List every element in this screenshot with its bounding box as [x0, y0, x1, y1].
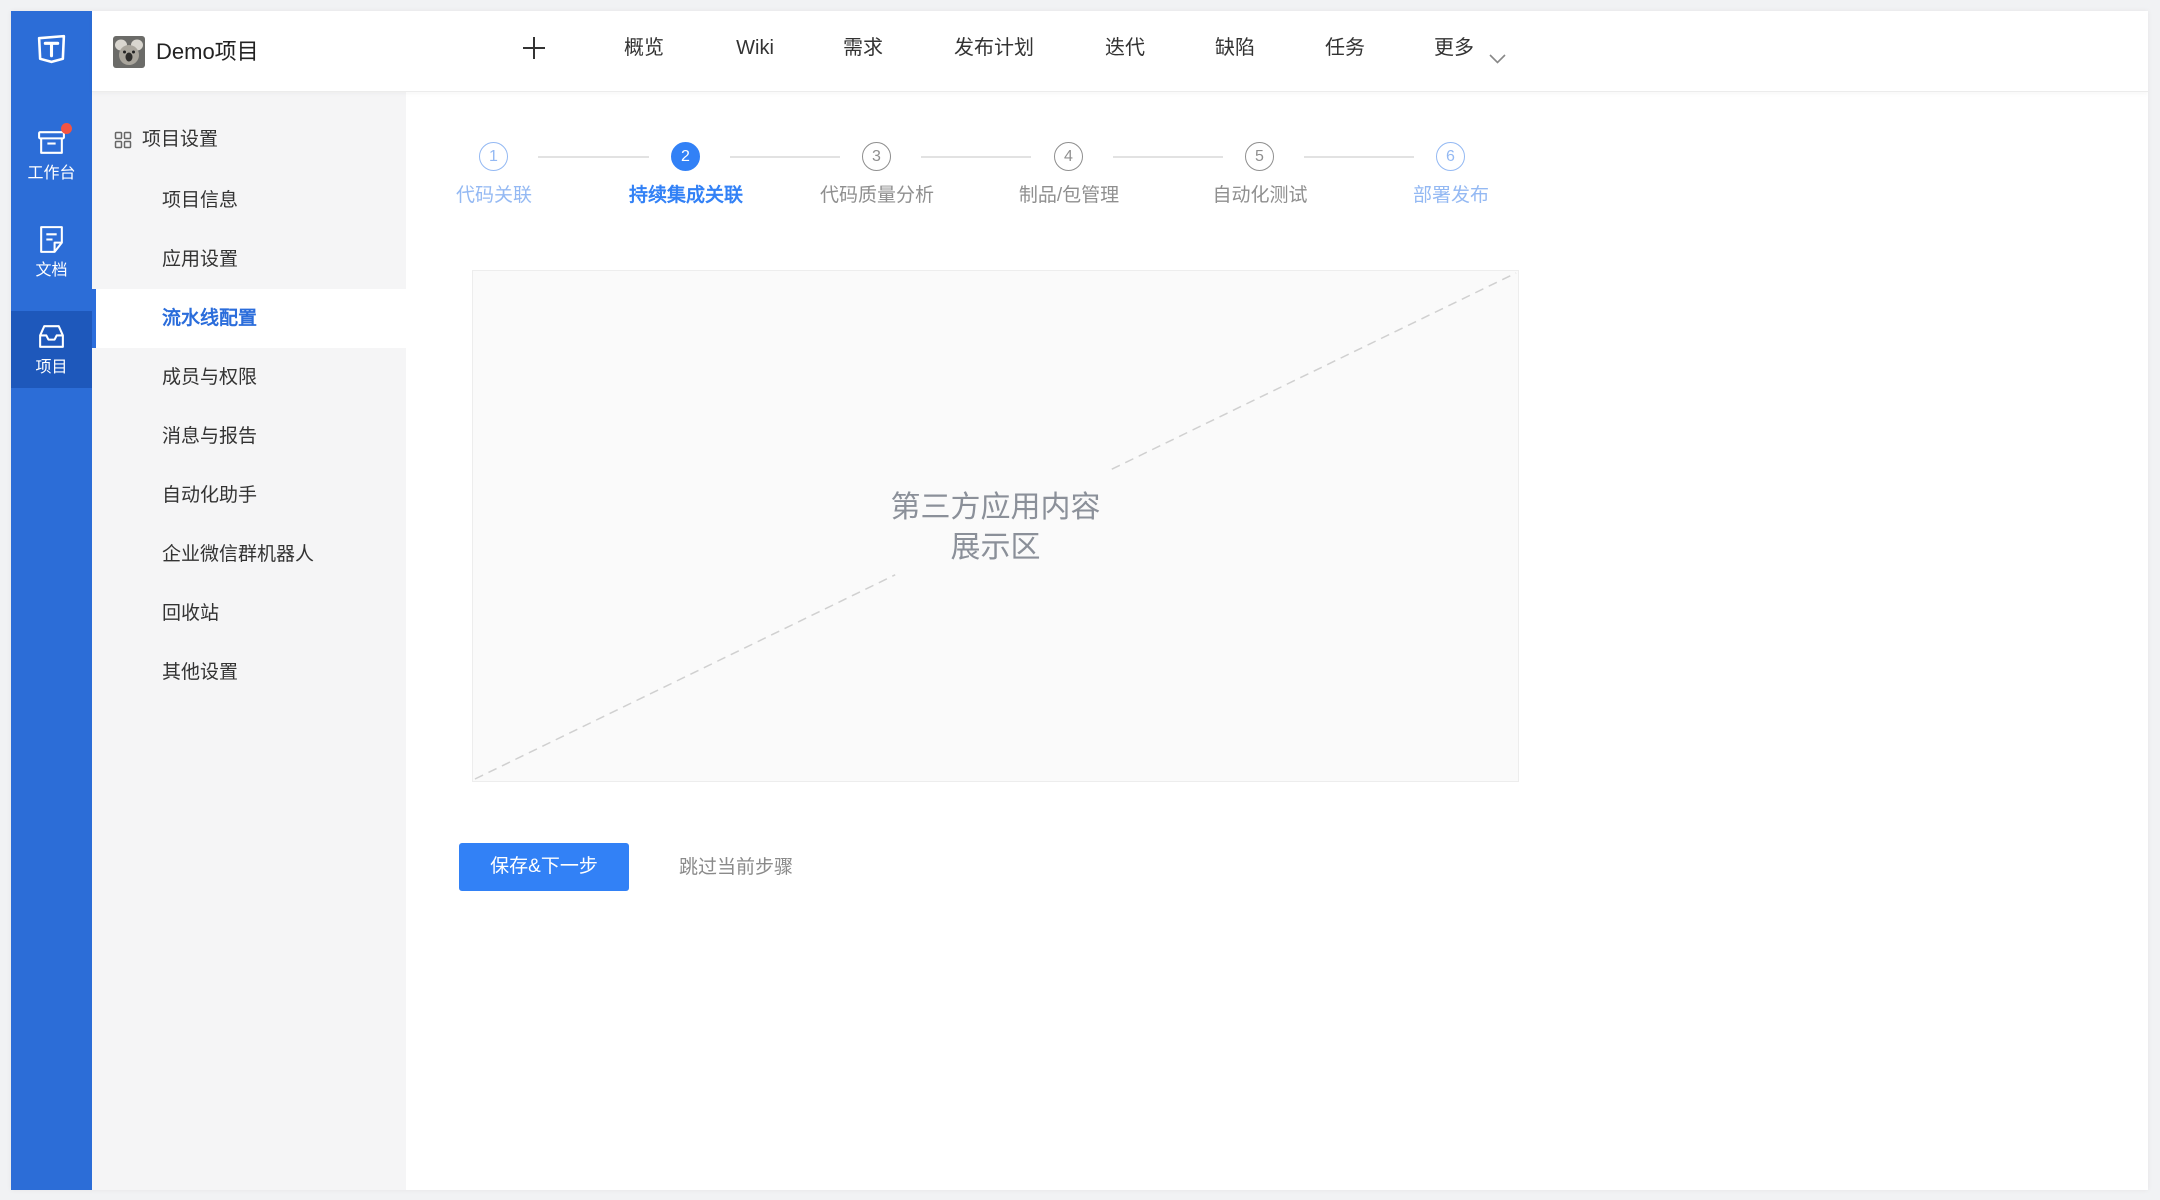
- sidebar-item-messages-reports[interactable]: 消息与报告: [92, 407, 406, 466]
- rail-item-project[interactable]: 项目: [11, 311, 92, 388]
- rail-item-label: 文档: [35, 262, 68, 279]
- nav-defects[interactable]: 缺陷: [1215, 33, 1255, 63]
- nav-overview[interactable]: 概览: [624, 33, 664, 63]
- chevron-down-icon: [1489, 43, 1506, 64]
- sidebar-item-wecom-bot[interactable]: 企业微信群机器人: [92, 525, 406, 584]
- step-connector: [921, 156, 1031, 158]
- document-icon: [36, 224, 67, 255]
- plus-icon[interactable]: [521, 35, 547, 61]
- rail-item-workbench[interactable]: 工作台: [11, 117, 92, 194]
- step-label: 制品/包管理: [1018, 185, 1120, 206]
- skip-step-link[interactable]: 跳过当前步骤: [679, 856, 793, 880]
- sidebar-section-title: 项目设置: [142, 129, 219, 150]
- step-number: 6: [1436, 142, 1465, 171]
- app-window: 工作台 文档 项目 Demo项目 概览 Wiki 需求 发布计划 迭代 缺陷 任…: [11, 11, 2148, 1190]
- sidebar-item-project-info[interactable]: 项目信息: [92, 171, 406, 230]
- grid-icon: [114, 131, 132, 149]
- sidebar-item-other-settings[interactable]: 其他设置: [92, 643, 406, 702]
- sidebar-item-recycle-bin[interactable]: 回收站: [92, 584, 406, 643]
- step-connector: [730, 156, 840, 158]
- nav-tasks[interactable]: 任务: [1325, 33, 1365, 63]
- rail-item-label: 项目: [35, 359, 68, 376]
- step-label: 部署发布: [1412, 185, 1490, 206]
- step-number: 1: [479, 142, 508, 171]
- nav-more-label: 更多: [1434, 37, 1474, 59]
- nav-iterations[interactable]: 迭代: [1105, 33, 1145, 63]
- project-icon: [36, 321, 67, 352]
- project-name[interactable]: Demo项目: [156, 37, 259, 67]
- step-number: 5: [1245, 142, 1274, 171]
- sidebar-item-pipeline-config[interactable]: 流水线配置: [92, 289, 406, 348]
- step-number: 4: [1054, 142, 1083, 171]
- step-label: 持续集成关联: [628, 185, 744, 206]
- sidebar-item-automation-assistant[interactable]: 自动化助手: [92, 466, 406, 525]
- sidebar-item-app-settings[interactable]: 应用设置: [92, 230, 406, 289]
- top-header: Demo项目 概览 Wiki 需求 发布计划 迭代 缺陷 任务 更多: [92, 11, 2148, 92]
- rail-item-label: 工作台: [27, 165, 76, 182]
- step-label: 代码关联: [455, 185, 533, 206]
- step-label: 代码质量分析: [819, 185, 935, 206]
- step-number: 3: [862, 142, 891, 171]
- step-connector: [1113, 156, 1223, 158]
- project-avatar[interactable]: [113, 36, 145, 68]
- nav-more[interactable]: 更多: [1434, 33, 1506, 64]
- step-connector: [1304, 156, 1414, 158]
- step-number: 2: [671, 142, 700, 171]
- main-content: 1 代码关联 2 持续集成关联 3 代码质量分析 4 制品/包管理 5 自动化测…: [406, 91, 2148, 1190]
- left-rail: 工作台 文档 项目: [11, 11, 92, 1190]
- placeholder-text: 第三方应用内容 展示区: [473, 488, 1518, 568]
- rail-item-docs[interactable]: 文档: [11, 214, 92, 291]
- step-connector: [538, 156, 649, 158]
- save-next-button[interactable]: 保存&下一步: [459, 843, 629, 891]
- settings-sidebar: 项目设置 项目信息 应用设置 流水线配置 成员与权限 消息与报告 自动化助手 企…: [92, 91, 407, 1190]
- notification-badge-dot: [61, 123, 72, 134]
- app-logo-icon[interactable]: [35, 32, 68, 65]
- placeholder-line-2: 展示区: [950, 531, 1041, 564]
- nav-wiki[interactable]: Wiki: [736, 33, 774, 63]
- nav-requirements[interactable]: 需求: [843, 33, 883, 63]
- nav-release-plan[interactable]: 发布计划: [954, 33, 1034, 63]
- placeholder-line-1: 第三方应用内容: [890, 491, 1101, 524]
- sidebar-item-members-permissions[interactable]: 成员与权限: [92, 348, 406, 407]
- third-party-content-area: 第三方应用内容 展示区: [472, 270, 1519, 782]
- step-label: 自动化测试: [1212, 185, 1308, 206]
